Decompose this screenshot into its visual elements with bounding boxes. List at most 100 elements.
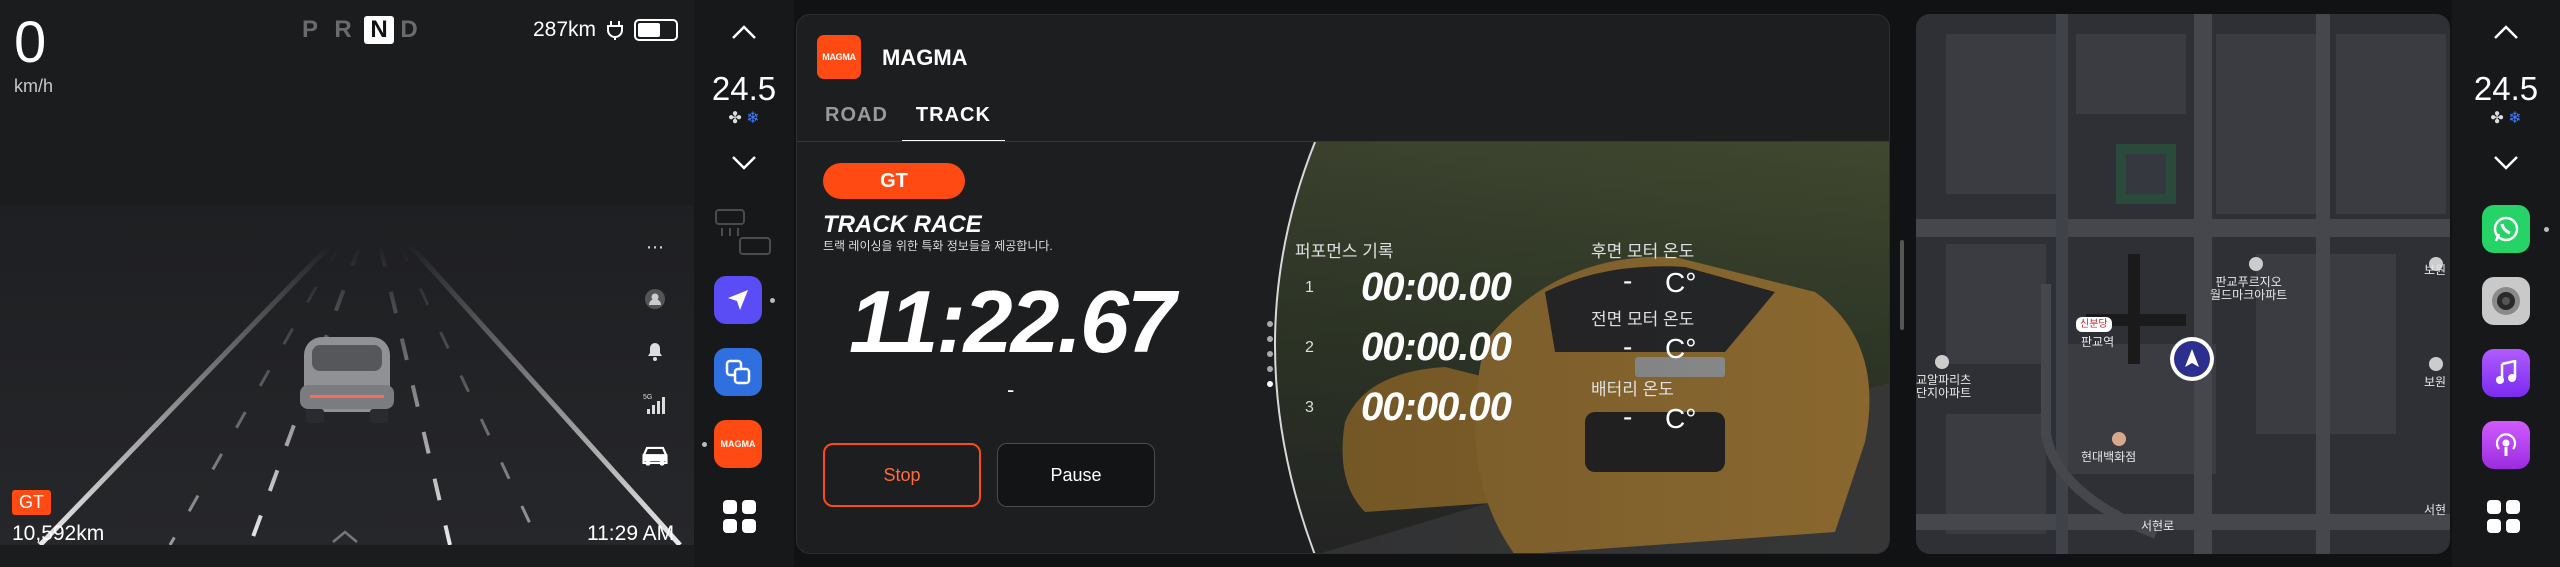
record-time: 00:00.00 — [1361, 265, 1512, 309]
fan-icon: ✤ — [728, 110, 742, 127]
chevron-up-icon — [2494, 25, 2518, 39]
battery-icon — [634, 19, 679, 41]
stop-button[interactable]: Stop — [823, 443, 981, 507]
speed-unit: km/h — [14, 76, 54, 96]
record-time: 00:00.00 — [1361, 325, 1512, 369]
whatsapp-app-icon[interactable] — [2482, 205, 2530, 253]
temp-down-button[interactable] — [2452, 142, 2560, 182]
passenger-temperature: 24.5 — [2473, 70, 2539, 107]
rear-motor-temp-label: 후면 모터 온도 — [1591, 242, 1695, 261]
road-visualization — [38, 243, 682, 545]
plug-icon — [607, 21, 624, 40]
record-index: 1 — [1305, 279, 1314, 296]
snowflake-icon: ❄ — [2508, 110, 2522, 127]
pangyo-station-label[interactable]: 판교역 — [2081, 336, 2114, 349]
performance-title: 퍼포먼스 기록 — [1295, 242, 1394, 261]
chevron-down-icon — [732, 156, 756, 170]
snowflake-icon: ❄ — [746, 110, 760, 127]
station-badge[interactable]: 신분당 — [2076, 317, 2112, 332]
poi-label: 서현 — [2424, 503, 2447, 517]
chevron-down-icon — [2494, 156, 2518, 170]
tab-road[interactable]: ROAD — [811, 100, 902, 142]
connect-app-icon[interactable] — [714, 348, 762, 396]
front-motor-temp-label: 전면 모터 온도 — [1591, 310, 1695, 329]
temp-down-button[interactable] — [694, 142, 794, 182]
mode-tabs: ROAD TRACK — [811, 100, 1005, 142]
page-indicator — [1267, 321, 1273, 387]
magma-app-icon[interactable]: MAGMA — [714, 420, 762, 468]
odometer: 10,592km — [12, 522, 105, 545]
active-indicator-dot — [702, 442, 707, 447]
instrument-cluster: 0 km/h P R N D 287km ⋯ 5G GT 10,592km 11… — [0, 0, 694, 567]
lap-time: 11:22.67 — [849, 272, 1176, 371]
pause-button[interactable]: Pause — [997, 443, 1155, 507]
car-icon[interactable] — [640, 440, 670, 470]
music-app-icon[interactable] — [2482, 349, 2530, 397]
navigation-app-icon[interactable] — [714, 276, 762, 324]
vehicle-icon — [300, 337, 394, 423]
temp-up-button[interactable] — [2452, 12, 2560, 52]
record-row: 3 00:00.00 — [1305, 385, 1575, 431]
cluster-side-icons: ⋯ 5G — [640, 232, 670, 470]
record-index: 2 — [1305, 339, 1314, 356]
alpha-dome-label[interactable]: 판교푸르지오 월드마크아파트 — [2210, 276, 2287, 302]
clock: 11:29 AM — [587, 522, 675, 545]
cabin-temperature: 24.5 — [711, 70, 777, 107]
active-indicator-dot — [2544, 227, 2549, 232]
gear-selector: P R N D — [298, 16, 427, 44]
5g-signal-icon: 5G — [640, 388, 670, 418]
active-indicator-dot — [770, 298, 775, 303]
record-row: 1 00:00.00 — [1305, 265, 1575, 311]
poi-label[interactable]: 보원 — [2424, 376, 2446, 389]
lap-delta: - — [1007, 377, 1015, 402]
record-index: 3 — [1305, 399, 1314, 416]
bell-icon[interactable] — [640, 336, 670, 366]
temp-up-button[interactable] — [694, 12, 794, 52]
gear-n: N — [364, 16, 394, 44]
track-race-title: TRACK RACE — [823, 211, 982, 238]
poi-label[interactable]: 보원 — [2424, 264, 2446, 277]
camera-app-icon[interactable] — [2482, 277, 2530, 325]
rear-motor-temp-value: - — [1623, 265, 1633, 296]
profile-icon[interactable] — [640, 284, 670, 314]
record-time: 00:00.00 — [1361, 385, 1512, 429]
battery-temp-value: - — [1623, 401, 1633, 432]
fan-snow-icons: ✤ ❄ — [694, 108, 794, 128]
podcast-app-icon[interactable] — [2482, 421, 2530, 469]
track-race-subtitle: 트랙 레이싱을 위한 특화 정보들을 제공합니다. — [823, 239, 1053, 253]
map-panel[interactable]: 신분당 판교역 판교푸르지오 월드마크아파트 현대백화점 교알파리츠 단지아파트… — [1916, 14, 2450, 554]
map-canvas — [1916, 14, 2450, 554]
fan-snow-icons: ✤ ❄ — [2452, 108, 2560, 128]
svg-text:5G: 5G — [643, 394, 652, 401]
seohyeon-road-label: 서현로 — [2141, 519, 2175, 533]
gear-r: R — [334, 16, 358, 43]
front-motor-temp-value: - — [1623, 331, 1633, 362]
app-grid-icon[interactable] — [723, 500, 756, 533]
gt-mode-badge: GT — [12, 490, 51, 515]
tab-track[interactable]: TRACK — [901, 100, 1005, 142]
app-name: MAGMA — [882, 45, 968, 70]
current-location-arrow-icon[interactable] — [2170, 337, 2214, 381]
chevron-up-icon[interactable] — [330, 528, 360, 544]
record-row: 2 00:00.00 — [1305, 325, 1575, 371]
battery-fill — [638, 23, 661, 37]
scrollbar[interactable] — [1900, 240, 1904, 330]
front-motor-temp-unit: C° — [1665, 333, 1697, 364]
more-icon[interactable]: ⋯ — [640, 232, 670, 262]
chevron-up-icon — [732, 25, 756, 39]
range-indicator: 287km — [533, 18, 679, 42]
magma-app-window: MAGMA MAGMA ROAD TRACK GT TRACK RACE 트랙 … — [796, 14, 1890, 554]
hyundai-department-store-label[interactable]: 현대백화점 — [2081, 451, 2136, 464]
rear-motor-temp-unit: C° — [1665, 267, 1697, 298]
apartment-label[interactable]: 교알파리츠 단지아파트 — [1916, 374, 1971, 400]
climate-dock-left: 24.5 ✤ ❄ MAGMA — [694, 0, 794, 567]
climate-dock-right: 24.5 ✤ ❄ — [2452, 0, 2560, 567]
gt-mode-pill[interactable]: GT — [823, 163, 965, 199]
fan-icon: ✤ — [2490, 110, 2504, 127]
speed-readout: 0 — [14, 10, 47, 75]
rear-defrost-icon[interactable] — [714, 208, 774, 258]
gear-d: D — [400, 16, 424, 43]
app-grid-icon[interactable] — [2487, 500, 2520, 533]
magma-logo: MAGMA — [817, 35, 861, 79]
gear-p: P — [301, 16, 324, 43]
